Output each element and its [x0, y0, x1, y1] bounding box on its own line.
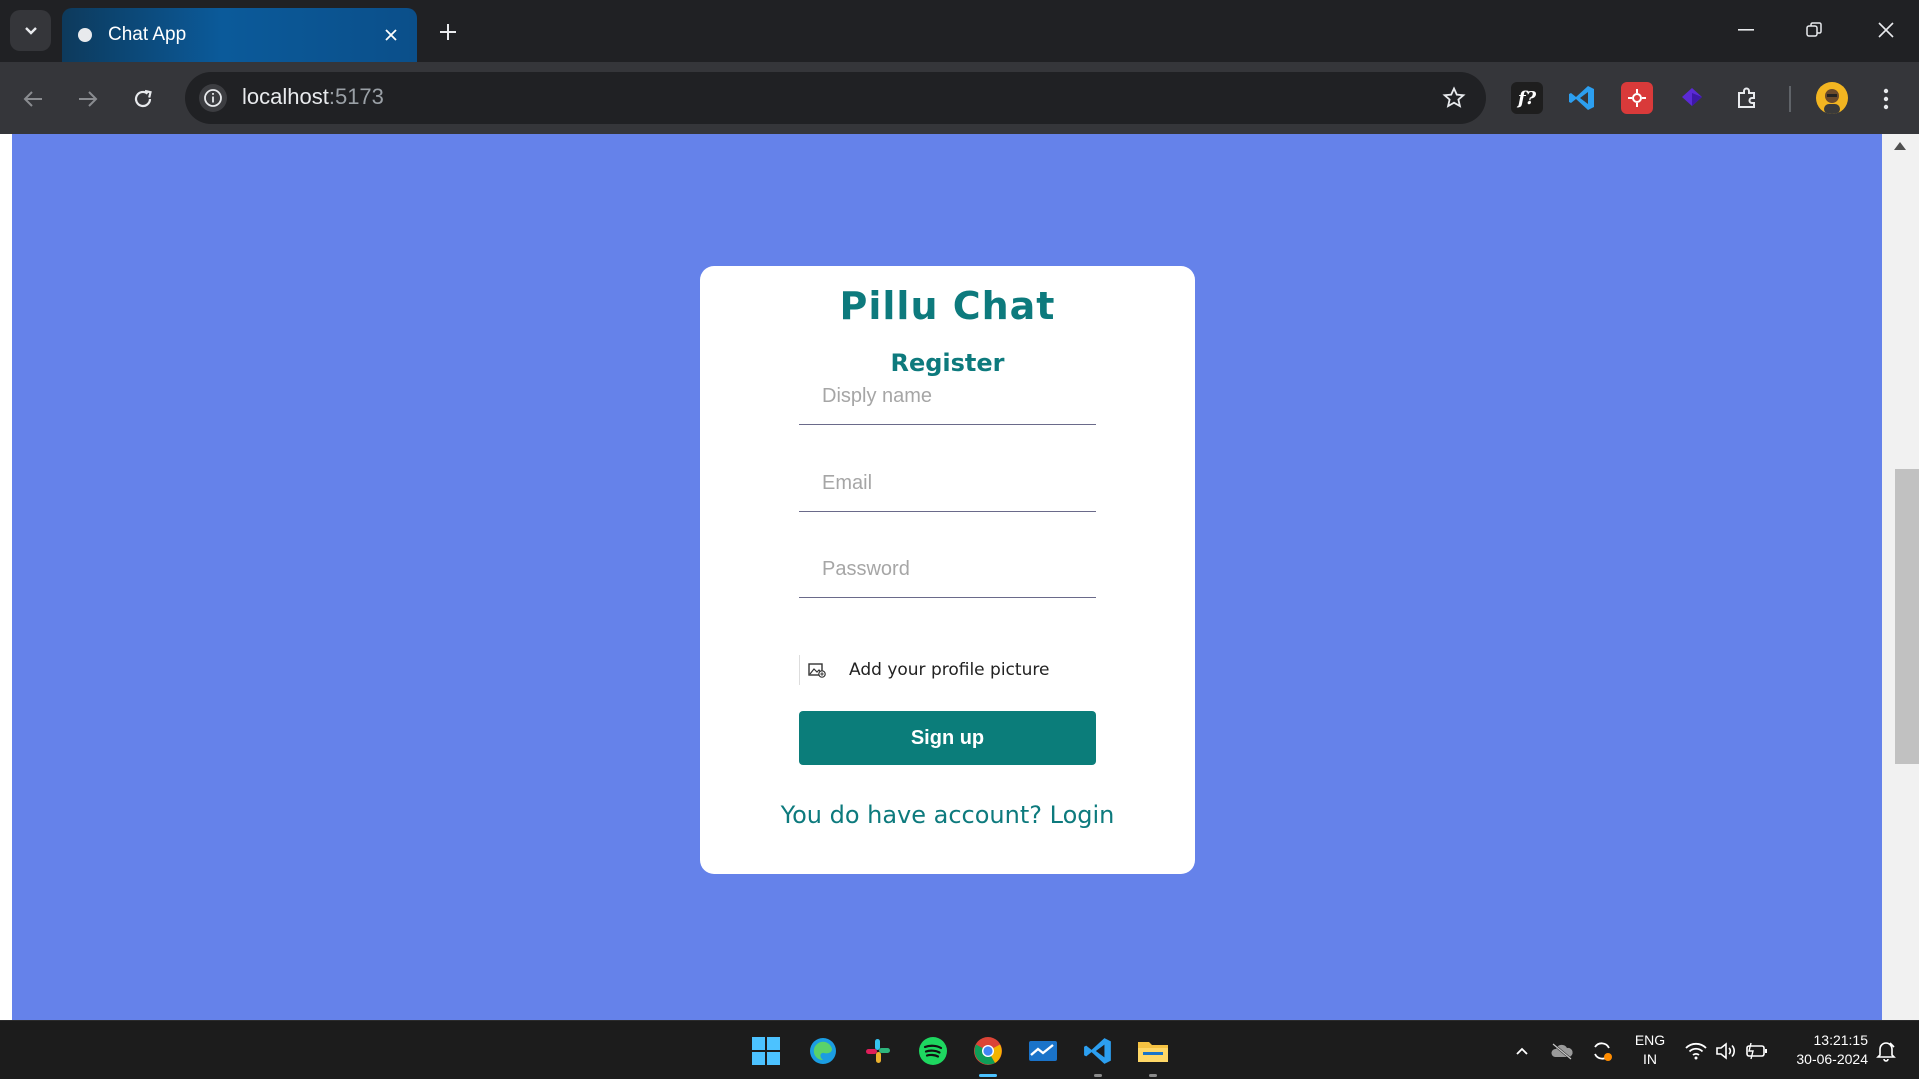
chevron-up-icon[interactable] — [1510, 1039, 1534, 1063]
profile-picture-upload[interactable]: Add your profile picture — [799, 654, 1096, 686]
wifi-icon[interactable] — [1684, 1039, 1708, 1063]
chevron-down-icon — [24, 26, 37, 35]
chat-favicon-icon — [78, 28, 92, 42]
scroll-thumb[interactable] — [1895, 469, 1919, 764]
arrow-right-icon — [79, 91, 98, 107]
register-card: Pillu Chat Register Add your profile pic… — [700, 266, 1195, 874]
browser-menu-button[interactable] — [1867, 80, 1905, 118]
address-bar[interactable]: localhost:5173 — [185, 72, 1486, 124]
windows-start-icon[interactable] — [746, 1031, 786, 1071]
tab-close-button[interactable] — [379, 23, 403, 47]
restore-button[interactable] — [1786, 10, 1842, 50]
arrow-left-icon — [23, 91, 42, 107]
notification-bell-icon[interactable] — [1874, 1039, 1898, 1063]
region-code: IN — [1643, 1051, 1657, 1067]
vscode-icon[interactable] — [1078, 1031, 1118, 1077]
display-name-input[interactable] — [799, 367, 1096, 425]
browser-viewport: Pillu Chat Register Add your profile pic… — [0, 134, 1919, 1020]
windows-taskbar: ENG IN 13:21:15 30-06-2024 — [0, 1020, 1919, 1079]
site-info-icon[interactable] — [199, 84, 227, 112]
clock-date: 30-06-2024 — [1796, 1051, 1868, 1067]
page-scrollbar[interactable] — [1882, 134, 1919, 1020]
extensions-puzzle-icon[interactable] — [1731, 82, 1763, 114]
mail-icon[interactable] — [1023, 1031, 1063, 1071]
devtools-extension-icon[interactable] — [1621, 82, 1653, 114]
email-input[interactable] — [799, 454, 1096, 512]
toolbar-divider — [1789, 86, 1791, 112]
sync-warning-icon[interactable] — [1590, 1039, 1614, 1063]
login-link[interactable]: You do have account? Login — [700, 801, 1195, 829]
page-background: Pillu Chat Register Add your profile pic… — [12, 134, 1882, 1020]
lang-code: ENG — [1634, 1032, 1666, 1048]
edge-icon[interactable] — [803, 1031, 843, 1071]
battery-icon[interactable] — [1745, 1039, 1769, 1063]
running-app-indicator — [1149, 1074, 1157, 1077]
forward-button[interactable] — [69, 80, 107, 118]
running-app-indicator — [1094, 1074, 1102, 1077]
close-icon — [385, 29, 397, 41]
url-host: localhost — [242, 84, 329, 109]
file-explorer-icon[interactable] — [1133, 1031, 1173, 1077]
font-detector-icon[interactable]: f? — [1511, 82, 1543, 114]
app-logo: Pillu Chat — [839, 284, 1056, 328]
active-app-indicator — [979, 1074, 997, 1077]
more-vertical-icon — [1883, 88, 1889, 110]
system-clock[interactable]: 13:21:15 30-06-2024 — [1780, 1031, 1868, 1069]
add-image-icon — [799, 655, 835, 685]
slack-icon[interactable] — [858, 1031, 898, 1071]
profile-picture-label: Add your profile picture — [849, 660, 1050, 680]
url-port: :5173 — [328, 84, 384, 109]
volume-icon[interactable] — [1714, 1039, 1738, 1063]
minimize-button[interactable] — [1718, 10, 1774, 50]
scroll-up-arrow[interactable] — [1894, 142, 1906, 150]
sign-up-button[interactable]: Sign up — [799, 711, 1096, 765]
url-text[interactable]: localhost:5173 — [242, 84, 384, 110]
back-button[interactable] — [14, 80, 52, 118]
tab-title: Chat App — [108, 24, 187, 45]
purple-cube-icon[interactable] — [1676, 82, 1708, 114]
browser-tab-active[interactable]: Chat App — [62, 8, 417, 62]
clock-time: 13:21:15 — [1813, 1032, 1869, 1048]
bookmark-star-icon[interactable] — [1440, 84, 1468, 112]
vscode-icon[interactable] — [1566, 82, 1598, 114]
browser-toolbar: localhost:5173 f? — [0, 62, 1919, 134]
close-icon — [1878, 22, 1894, 38]
browser-tab-bar: Chat App — [0, 0, 1919, 62]
chrome-icon[interactable] — [968, 1031, 1008, 1077]
reload-icon — [134, 89, 152, 108]
new-tab-button[interactable] — [430, 14, 466, 50]
spotify-icon[interactable] — [913, 1031, 953, 1071]
onedrive-offline-icon[interactable] — [1550, 1039, 1574, 1063]
plus-icon — [440, 24, 456, 40]
password-input[interactable] — [799, 540, 1096, 598]
profile-avatar[interactable] — [1816, 82, 1848, 114]
tab-search-button[interactable] — [10, 10, 51, 51]
input-language-indicator[interactable]: ENG IN — [1628, 1031, 1672, 1069]
minimize-icon — [1738, 29, 1754, 31]
close-window-button[interactable] — [1858, 10, 1914, 50]
restore-icon — [1806, 22, 1822, 37]
reload-button[interactable] — [124, 80, 162, 118]
